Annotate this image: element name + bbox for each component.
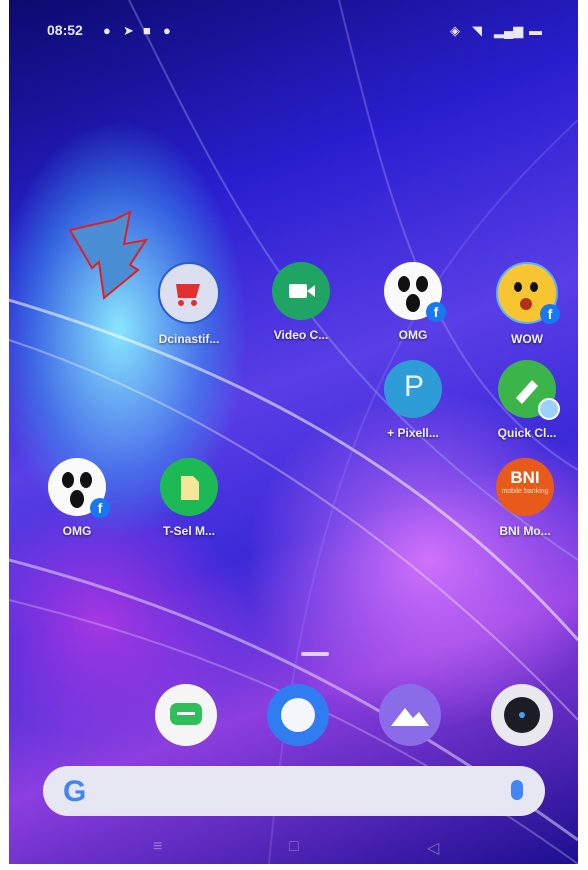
app-label: OMG (62, 524, 92, 538)
app-tsel[interactable]: T-Sel M... (139, 458, 239, 538)
message-icon[interactable] (155, 684, 217, 746)
facebook-badge-icon: f (90, 498, 110, 518)
notification-icon: ● (103, 23, 111, 38)
shopping-cart-icon (158, 262, 220, 324)
back-icon[interactable]: ◁ (427, 838, 439, 858)
app-dcinastif[interactable]: Dcinastif... (139, 262, 239, 346)
app-label: T-Sel M... (162, 524, 215, 538)
app-label: OMG (398, 328, 428, 342)
home-screen: 08:52 ● ➤ ■ ● ◈ ◥ ▂▄▆ ▬ Dcinastif... Vid… (9, 0, 578, 864)
omg-face-icon: f (384, 262, 446, 322)
app-quick-clean[interactable]: Quick Cl... (477, 360, 577, 440)
app-omg-2[interactable]: f OMG (27, 458, 127, 538)
app-label: BNI Mo... (499, 524, 551, 538)
status-time: 08:52 (47, 22, 83, 38)
app-omg[interactable]: f OMG (363, 262, 463, 342)
app-label: + Pixell... (387, 426, 439, 440)
broom-icon (498, 360, 560, 420)
page-indicator (301, 652, 329, 656)
facebook-badge-icon: f (426, 302, 446, 322)
home-icon[interactable]: □ (289, 838, 299, 856)
battery-icon: ▬ (529, 23, 542, 38)
app-wow[interactable]: f WOW (477, 262, 577, 346)
telegram-icon: ➤ (123, 23, 134, 38)
settings-badge-icon (538, 398, 560, 420)
browser-icon[interactable] (267, 684, 329, 746)
mic-icon[interactable] (511, 780, 523, 800)
app-label: WOW (511, 332, 543, 346)
google-search-bar[interactable]: G (43, 766, 545, 816)
wow-face-icon: f (496, 262, 560, 324)
camera-icon[interactable] (491, 684, 553, 746)
app-video-call[interactable]: Video C... (251, 262, 351, 342)
menu-icon[interactable]: ≡ (153, 838, 162, 856)
vibrate-icon: ◈ (450, 23, 460, 38)
navigation-bar: ≡ □ ◁ (9, 830, 578, 864)
chat-icon: ● (163, 23, 171, 38)
video-camera-icon (272, 262, 330, 320)
app-label: Video C... (273, 328, 329, 342)
gallery-icon[interactable] (379, 684, 441, 746)
app-label: Dcinastif... (158, 332, 220, 346)
app-label: Quick Cl... (497, 426, 557, 440)
signal-icon: ▂▄▆ (494, 23, 524, 38)
google-logo-icon: G (63, 775, 87, 808)
youtube-icon: ■ (143, 23, 151, 38)
facebook-badge-icon: f (540, 304, 560, 324)
sim-card-icon (160, 458, 218, 516)
status-bar: 08:52 ● ➤ ■ ● ◈ ◥ ▂▄▆ ▬ (9, 0, 578, 60)
wifi-icon: ◥ (472, 23, 482, 38)
app-bni-mobile[interactable]: BNI mobile banking BNI Mo... (475, 458, 575, 538)
bni-logo-icon: BNI mobile banking (496, 458, 554, 516)
pixel-p-icon: P (384, 360, 442, 418)
app-pixel[interactable]: P + Pixell... (363, 360, 463, 440)
omg-face-icon: f (48, 458, 110, 518)
